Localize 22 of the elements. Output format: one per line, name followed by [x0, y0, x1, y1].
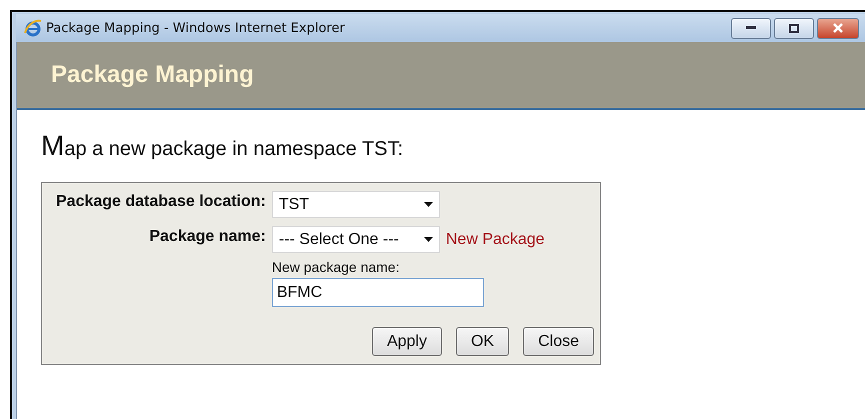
minimize-button[interactable] — [731, 18, 771, 38]
dropdown-arrow-icon — [424, 202, 433, 207]
field-label: Package name: — [148, 227, 266, 246]
browser-logo-icon — [24, 19, 42, 37]
maximize-icon — [789, 24, 799, 32]
dialog-button[interactable]: Apply — [372, 327, 442, 356]
minimize-icon — [746, 26, 756, 30]
new-package-link[interactable]: New Package — [446, 230, 545, 248]
page-title: Package Mapping — [51, 61, 254, 89]
dropdown-arrow-icon — [424, 237, 433, 242]
window-title: Package Mapping - Windows Internet Explorer — [46, 20, 345, 36]
field-label: New package name: — [272, 259, 400, 275]
close-button[interactable] — [817, 18, 859, 38]
field-label: Package database location: — [56, 192, 266, 211]
dialog-button[interactable]: Close — [523, 327, 594, 356]
page-heading: Map a new package in namespace TST: — [41, 130, 404, 162]
maximize-button[interactable] — [774, 18, 814, 38]
input-field[interactable]: BFMC — [272, 278, 484, 307]
dropdown[interactable]: --- Select One --- — [272, 226, 440, 253]
dialog-button[interactable]: OK — [456, 327, 510, 356]
close-icon — [832, 23, 844, 33]
dropdown[interactable]: TST — [272, 191, 440, 218]
